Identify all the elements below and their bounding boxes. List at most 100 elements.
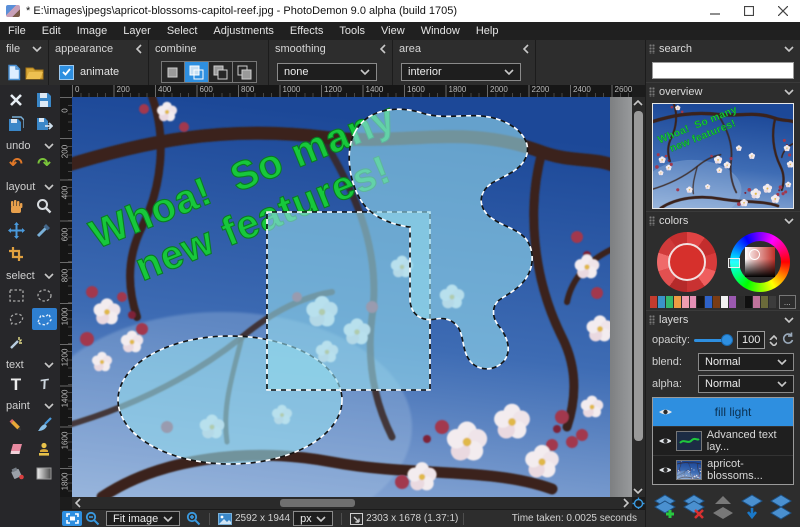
text-tool[interactable]: T [4, 373, 29, 395]
combine-intersect-button[interactable] [233, 61, 257, 83]
color-swatch[interactable] [761, 296, 768, 308]
polygon-select-tool[interactable] [32, 308, 57, 330]
delete-layer-button[interactable] [681, 494, 707, 520]
menu-file[interactable]: File [0, 22, 34, 40]
layer-row-fill-light[interactable]: fill light [653, 398, 793, 426]
menu-tools[interactable]: Tools [331, 22, 373, 40]
color-swatch[interactable] [721, 296, 728, 308]
paintbrush-tool[interactable] [32, 414, 57, 436]
color-swatch[interactable] [769, 296, 776, 308]
clone-stamp-tool[interactable] [32, 438, 57, 460]
horizontal-scroll-thumb[interactable] [280, 499, 355, 507]
blend-mode-dropdown[interactable]: Normal [698, 353, 794, 371]
colors-panel-header[interactable]: colors [646, 211, 800, 230]
combine-replace-button[interactable] [161, 61, 185, 83]
animate-checkbox[interactable] [59, 65, 74, 80]
pencil-tool[interactable] [4, 414, 29, 436]
overview-thumbnail[interactable] [652, 103, 794, 209]
color-swatch[interactable] [650, 296, 657, 308]
vertical-scroll-thumb[interactable] [634, 111, 643, 441]
menu-edit[interactable]: Edit [34, 22, 69, 40]
advanced-text-tool[interactable]: T [32, 373, 57, 395]
color-picker-tool[interactable] [32, 219, 57, 241]
opacity-value[interactable]: 100 [737, 331, 765, 349]
redo-button[interactable]: ↷ [32, 154, 57, 176]
zoom-in-button[interactable] [186, 511, 201, 526]
close-button[interactable] [766, 0, 800, 22]
layer-visibility-icon[interactable] [658, 407, 673, 417]
lower-layer-button[interactable] [739, 494, 765, 520]
eraser-tool[interactable] [4, 438, 29, 460]
color-swatch[interactable] [658, 296, 665, 308]
color-swatch[interactable] [666, 296, 673, 308]
rect-select-tool[interactable] [4, 284, 29, 306]
layer-visibility-icon[interactable] [658, 465, 671, 475]
fill-bucket-tool[interactable] [4, 462, 29, 484]
color-swatch[interactable] [682, 296, 689, 308]
menu-window[interactable]: Window [413, 22, 468, 40]
smoothing-dropdown[interactable]: none [277, 63, 377, 81]
menu-effects[interactable]: Effects [282, 22, 331, 40]
zoom-out-button[interactable] [85, 511, 100, 526]
search-input[interactable] [652, 62, 794, 79]
menu-image[interactable]: Image [69, 22, 116, 40]
area-dropdown[interactable]: interior [401, 63, 521, 81]
color-swatch[interactable] [729, 296, 736, 308]
drag-grip-icon[interactable] [649, 216, 655, 226]
combine-add-button[interactable] [185, 61, 209, 83]
layer-order-button[interactable] [768, 494, 794, 520]
color-swatch[interactable] [690, 296, 697, 308]
crop-tool[interactable] [4, 243, 29, 265]
color-swatch[interactable] [713, 296, 720, 308]
open-image-button[interactable] [24, 61, 44, 83]
navigator-button[interactable] [631, 496, 645, 510]
color-swatch[interactable] [697, 296, 704, 308]
menu-help[interactable]: Help [468, 22, 507, 40]
appearance-section-header[interactable]: appearance [49, 40, 148, 57]
save-button[interactable] [32, 89, 57, 111]
combine-subtract-button[interactable] [209, 61, 233, 83]
add-layer-button[interactable] [652, 494, 678, 520]
paint-group-header[interactable]: paint [0, 399, 60, 413]
hue-color-wheel[interactable] [730, 232, 790, 292]
export-button[interactable] [32, 113, 57, 135]
scroll-left-icon[interactable] [72, 497, 84, 509]
select-group-header[interactable]: select [0, 269, 60, 283]
lasso-select-tool[interactable] [4, 308, 29, 330]
gradient-tool[interactable] [32, 462, 57, 484]
combine-section-header[interactable]: combine [149, 40, 268, 57]
color-swatch[interactable] [753, 296, 760, 308]
ellipse-select-tool[interactable] [32, 284, 57, 306]
hand-tool[interactable] [4, 195, 29, 217]
area-section-header[interactable]: area [393, 40, 535, 57]
raise-layer-button[interactable] [710, 494, 736, 520]
save-copy-button[interactable] [4, 113, 29, 135]
menu-view[interactable]: View [373, 22, 413, 40]
opacity-slider[interactable] [694, 334, 733, 346]
harmony-color-wheel[interactable] [657, 232, 717, 292]
vertical-scrollbar[interactable] [632, 97, 645, 497]
undo-group-header[interactable]: undo [0, 139, 60, 153]
drag-grip-icon[interactable] [649, 87, 655, 97]
maximize-button[interactable] [732, 0, 766, 22]
undo-button[interactable]: ↶ [4, 154, 29, 176]
color-swatch[interactable] [705, 296, 712, 308]
scroll-up-icon[interactable] [632, 97, 644, 109]
unit-dropdown[interactable]: px [293, 511, 333, 526]
layers-panel-header[interactable]: layers [646, 310, 800, 329]
horizontal-scrollbar[interactable] [72, 497, 632, 509]
color-swatch[interactable] [737, 296, 744, 308]
move-tool[interactable] [4, 219, 29, 241]
text-group-header[interactable]: text [0, 358, 60, 372]
opacity-spinner[interactable] [769, 335, 777, 346]
close-image-button[interactable] [4, 89, 29, 111]
layer-visibility-icon[interactable] [658, 436, 671, 446]
layout-group-header[interactable]: layout [0, 180, 60, 194]
zoom-dropdown[interactable]: Fit image [106, 511, 180, 526]
image-viewport[interactable] [72, 97, 632, 497]
minimize-button[interactable] [698, 0, 732, 22]
menu-layer[interactable]: Layer [115, 22, 159, 40]
layer-row-apricot-blossoms[interactable]: apricot-blossoms... [653, 455, 793, 484]
drag-grip-icon[interactable] [649, 44, 655, 54]
color-swatch[interactable] [674, 296, 681, 308]
